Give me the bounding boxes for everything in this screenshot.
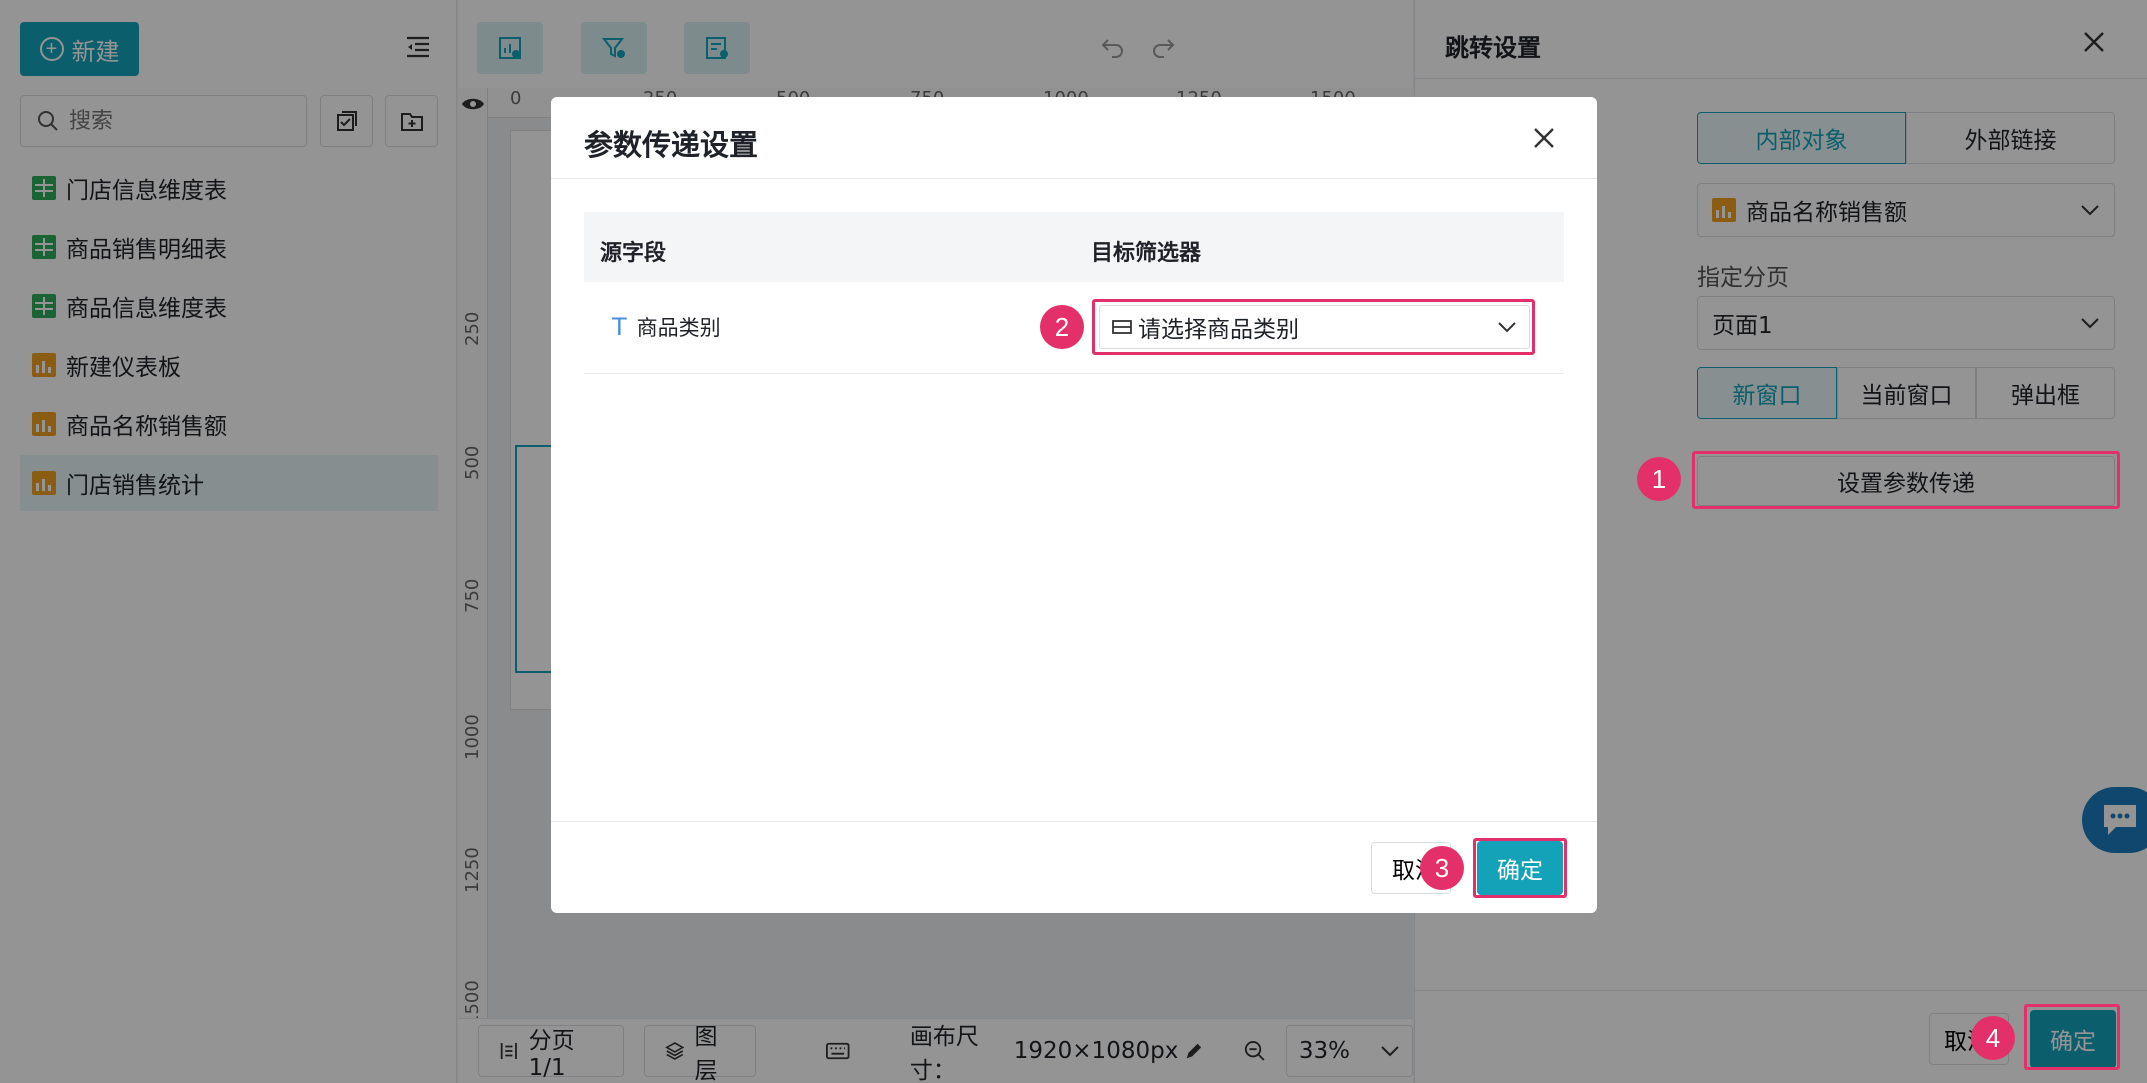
- step-badge-2: 2: [1040, 305, 1084, 349]
- column-header-source: 源字段: [600, 241, 667, 266]
- step-badge-1: 1: [1637, 457, 1681, 501]
- highlight-box-4: [2024, 1004, 2120, 1070]
- step-badge-3: 3: [1420, 846, 1464, 890]
- step-badge-4: 4: [1971, 1016, 2015, 1060]
- divider: [551, 821, 1597, 822]
- divider: [551, 178, 1597, 179]
- source-field-label: 商品类别: [636, 316, 721, 340]
- column-header-target: 目标筛选器: [1091, 241, 1202, 266]
- highlight-box-1: [1692, 451, 2120, 509]
- close-icon[interactable]: [1530, 124, 1558, 152]
- highlight-box-2: [1092, 299, 1535, 355]
- source-field-cell: T 商品类别: [612, 312, 721, 342]
- text-field-icon: T: [612, 313, 627, 341]
- highlight-box-3: [1473, 838, 1567, 898]
- param-table-header: [584, 212, 1564, 282]
- modal-title: 参数传递设置: [584, 128, 759, 162]
